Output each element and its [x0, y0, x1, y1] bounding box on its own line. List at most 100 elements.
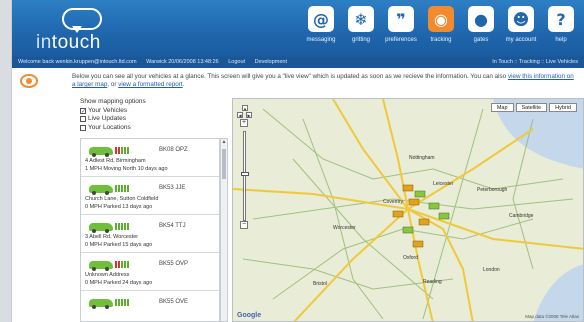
question-icon: ?	[548, 6, 574, 32]
option-label: Your Vehicles	[88, 106, 128, 114]
nav-label: gritting	[351, 37, 370, 43]
vehicle-list-item[interactable]: BK55 OVE	[81, 291, 219, 321]
mapping-option[interactable]: Live Updates	[80, 115, 220, 124]
map-pan-control: ▲ ◀ ▶	[237, 105, 253, 119]
quote-icon: ❞	[388, 6, 414, 32]
speech-bubble-icon	[62, 8, 102, 33]
vehicle-list-scrollbar[interactable]: ▲	[220, 138, 228, 322]
at-icon: @	[308, 6, 334, 32]
mapping-option[interactable]: Your Vehicles	[80, 107, 220, 116]
map-town-label: Reading	[423, 279, 442, 285]
snowflake-icon: ❄	[348, 6, 374, 32]
datetime-text: Warwick 20/06/2008 13:48:26	[146, 59, 219, 65]
nav-label: my account	[505, 37, 537, 43]
zoom-in-button[interactable]: +	[240, 119, 248, 127]
development-link[interactable]: Development	[255, 59, 287, 65]
vehicle-address: 4 Adlest Rd, Birmingham	[85, 158, 146, 164]
map-town-label: Leicester	[433, 181, 454, 187]
intro-end: .	[182, 81, 185, 88]
intro-section: Below you can see all your vehicles at a…	[12, 70, 584, 96]
map-type-map-button[interactable]: Map	[490, 103, 514, 112]
breadcrumb: In Touch :: Tracking :: Live Vehicles	[492, 59, 578, 65]
map-town-label: Coventry	[383, 199, 404, 205]
vehicle-map[interactable]: Nottingham Leicester Coventry Worcester …	[232, 98, 584, 322]
signal-bars-icon	[115, 223, 129, 230]
brand-part-in: in	[36, 32, 52, 53]
nav-help[interactable]: ? help	[542, 3, 580, 53]
info-bar: Welcome back wenkin.kruppen@intouch.ltd.…	[12, 57, 584, 68]
vehicle-registration: BK08 OPZ	[159, 147, 188, 153]
left-margin-strip	[0, 0, 12, 322]
brand-name: intouch	[36, 32, 101, 54]
nav-preferences[interactable]: ❞ preferences	[382, 3, 420, 53]
nav-label: tracking	[430, 37, 452, 43]
vehicle-address: 3 Abell Rd, Worcester	[85, 234, 139, 240]
mapping-options-title: Show mapping options	[80, 98, 146, 105]
vehicle-list: BK08 OPZ 4 Adlest Rd, Birmingham 1 MPH Mov…	[80, 138, 220, 322]
van-icon	[89, 299, 113, 309]
pan-up-icon[interactable]: ▲	[242, 105, 248, 111]
vehicle-registration: BK53 JJE	[159, 185, 186, 191]
vehicle-address: Church Lane, Sutton Coldfield	[85, 196, 159, 202]
van-icon	[89, 147, 113, 157]
nav-tracking[interactable]: ◉ tracking	[422, 3, 460, 53]
map-town-label: London	[483, 267, 500, 273]
vehicle-status: 1 MPH Moving North 10 days ago	[85, 166, 168, 172]
map-town-label: Oxford	[403, 255, 418, 261]
zoom-slider-handle[interactable]	[241, 172, 249, 176]
zoom-slider[interactable]	[241, 131, 249, 221]
nav-messaging[interactable]: @ messaging	[302, 3, 340, 53]
nav-my-account[interactable]: ☻ my account	[502, 3, 540, 53]
pan-right-icon[interactable]: ▶	[246, 112, 252, 118]
signal-bars-icon	[115, 261, 129, 268]
nav-gates[interactable]: ● gates	[462, 3, 500, 53]
nav-label: gates	[473, 37, 489, 43]
logout-link[interactable]: Logout	[228, 59, 245, 65]
vehicle-list-item[interactable]: BK55 OVP Unknown Address 0 MPH Parked 24 d…	[81, 253, 219, 291]
vehicle-registration: BK54 TTJ	[159, 223, 186, 229]
vehicle-list-item[interactable]: BK08 OPZ 4 Adlest Rd, Birmingham 1 MPH Mov…	[81, 139, 219, 177]
header: intouch @ messaging ❄ gritting ❞ preferences ◉…	[12, 0, 584, 57]
welcome-text: Welcome back wenkin.kruppen@intouch.ltd.…	[18, 59, 137, 65]
vehicle-registration: BK55 OVP	[159, 261, 189, 267]
map-type-buttons: Map Satellite Hybrid	[490, 103, 577, 112]
map-canvas: Nottingham Leicester Coventry Worcester …	[233, 99, 583, 321]
option-checkbox[interactable]	[80, 107, 86, 114]
van-icon	[89, 185, 113, 195]
signal-bars-icon	[115, 147, 129, 154]
nav-gritting[interactable]: ❄ gritting	[342, 3, 380, 53]
option-label: Your Locations	[88, 123, 131, 131]
scroll-up-icon[interactable]: ▲	[221, 139, 227, 147]
option-checkbox[interactable]	[80, 116, 86, 123]
vehicle-address: Unknown Address	[85, 272, 130, 278]
pan-left-icon[interactable]: ◀	[237, 112, 243, 118]
signal-bars-icon	[115, 299, 129, 306]
vehicle-list-item[interactable]: BK53 JJE Church Lane, Sutton Coldfield 0 M…	[81, 177, 219, 215]
option-label: Live Updates	[88, 115, 126, 122]
vehicle-registration: BK55 OVE	[159, 299, 189, 305]
formatted-report-link[interactable]: view a formatted report	[118, 81, 182, 88]
eye-icon: ◉	[428, 6, 454, 32]
intouch-logo[interactable]: intouch	[26, 6, 136, 54]
main-nav: @ messaging ❄ gritting ❞ preferences ◉ tracking…	[302, 3, 580, 55]
intouch-app: intouch @ messaging ❄ gritting ❞ preferences ◉…	[12, 0, 584, 322]
map-type-hybrid-button[interactable]: Hybrid	[549, 103, 577, 112]
map-zoom-control: ▲ ◀ ▶ + −	[237, 105, 253, 229]
nav-label: preferences	[385, 37, 417, 43]
brand-part-touch: touch	[51, 32, 101, 53]
scroll-thumb[interactable]	[222, 149, 226, 179]
nav-label: messaging	[306, 37, 336, 43]
mapping-option[interactable]: Your Locations	[80, 124, 220, 133]
van-icon	[89, 223, 113, 233]
drop-icon: ●	[468, 6, 494, 32]
vehicle-status: 0 MPH Parked 13 days ago	[85, 204, 153, 210]
map-town-label: Cambridge	[509, 213, 534, 219]
map-town-label: Peterborough	[477, 187, 508, 193]
intro-text: Below you can see all your vehicles at a…	[72, 73, 577, 89]
vehicle-list-item[interactable]: BK54 TTJ 3 Abell Rd, Worcester 0 MPH Parke…	[81, 215, 219, 253]
option-checkbox[interactable]	[80, 124, 86, 131]
google-logo: Google	[237, 312, 262, 319]
map-type-satellite-button[interactable]: Satellite	[515, 103, 548, 112]
zoom-out-button[interactable]: −	[240, 221, 248, 229]
map-copyright: Map data ©2008 Tele Atlas	[525, 314, 579, 319]
